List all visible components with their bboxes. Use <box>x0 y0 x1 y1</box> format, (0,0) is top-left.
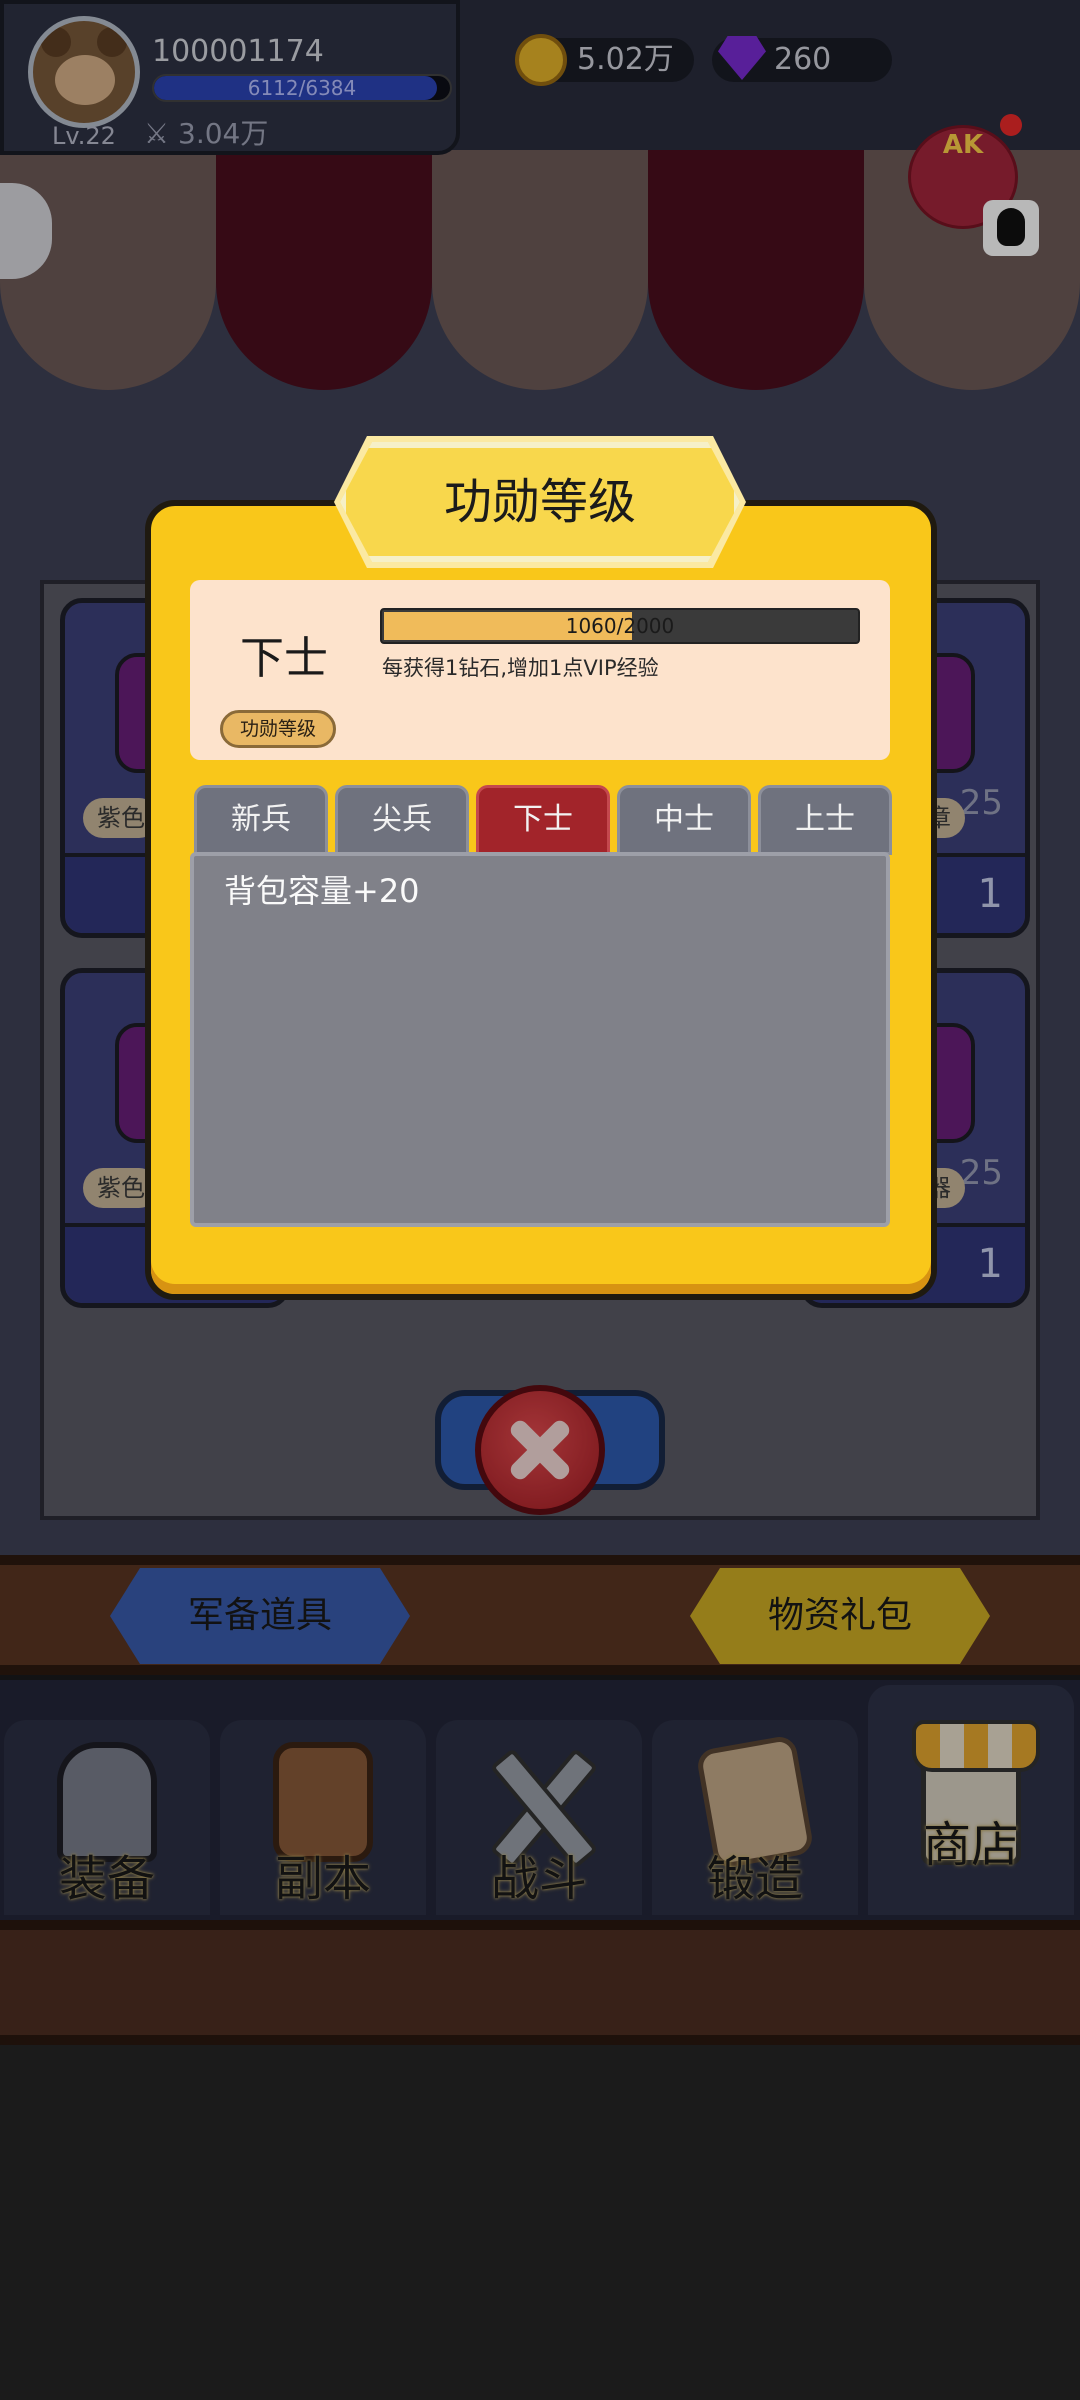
tab-private[interactable]: 尖兵 <box>335 785 469 855</box>
merit-level-button[interactable]: 功勋等级 <box>220 710 336 748</box>
current-rank: 下士 <box>240 633 328 684</box>
tab-staff-sergeant[interactable]: 上士 <box>758 785 892 855</box>
rank-progress-text: 1060/2000 <box>565 614 675 638</box>
vip-hint: 每获得1钻石,增加1点VIP经验 <box>382 656 659 680</box>
rank-tabs: 新兵 尖兵 下士 中士 上士 <box>194 785 894 855</box>
rank-info-panel: 下士 1060/2000 每获得1钻石,增加1点VIP经验 功勋等级 <box>190 580 890 760</box>
tab-recruit[interactable]: 新兵 <box>194 785 328 855</box>
benefit-line: 背包容量+20 <box>224 872 420 910</box>
rank-benefits-panel: 背包容量+20 <box>190 852 890 1227</box>
rank-progress-bar: 1060/2000 <box>380 608 860 644</box>
tab-corporal[interactable]: 下士 <box>476 785 610 855</box>
bottom-blank <box>0 2045 1080 2400</box>
tab-sergeant[interactable]: 中士 <box>617 785 751 855</box>
dialog-title: 功勋等级 <box>443 474 636 530</box>
